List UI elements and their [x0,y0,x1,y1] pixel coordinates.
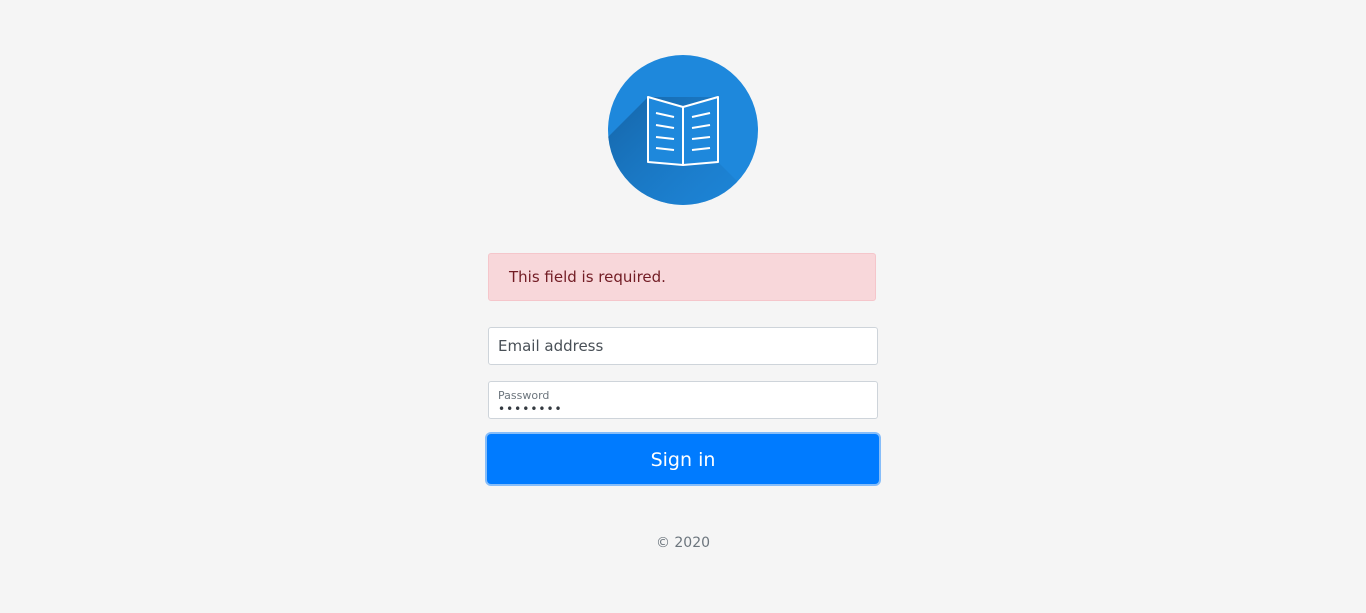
error-alert: This field is required. [488,253,876,301]
login-page: This field is required. Password Sign in… [0,0,1366,613]
footer-copyright: © 2020 [655,535,711,551]
sign-in-button[interactable]: Sign in [487,434,879,484]
password-field-wrapper: Password [488,381,878,419]
logo [608,55,758,205]
email-field-wrapper [488,327,878,365]
open-book-icon [608,55,758,205]
password-input[interactable] [489,401,877,417]
email-input[interactable] [489,328,877,364]
error-message: This field is required. [509,268,666,286]
